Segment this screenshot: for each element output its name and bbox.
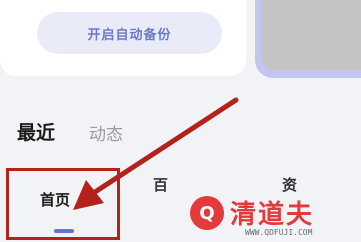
watermark-url: WWW.QDFUJI.COM: [245, 228, 313, 237]
watermark-brand: 清道夫: [230, 200, 315, 230]
watermark-logo-icon: Q: [190, 196, 224, 230]
watermark: Q 清道夫 WWW.QDFUJI.COM: [190, 194, 355, 240]
